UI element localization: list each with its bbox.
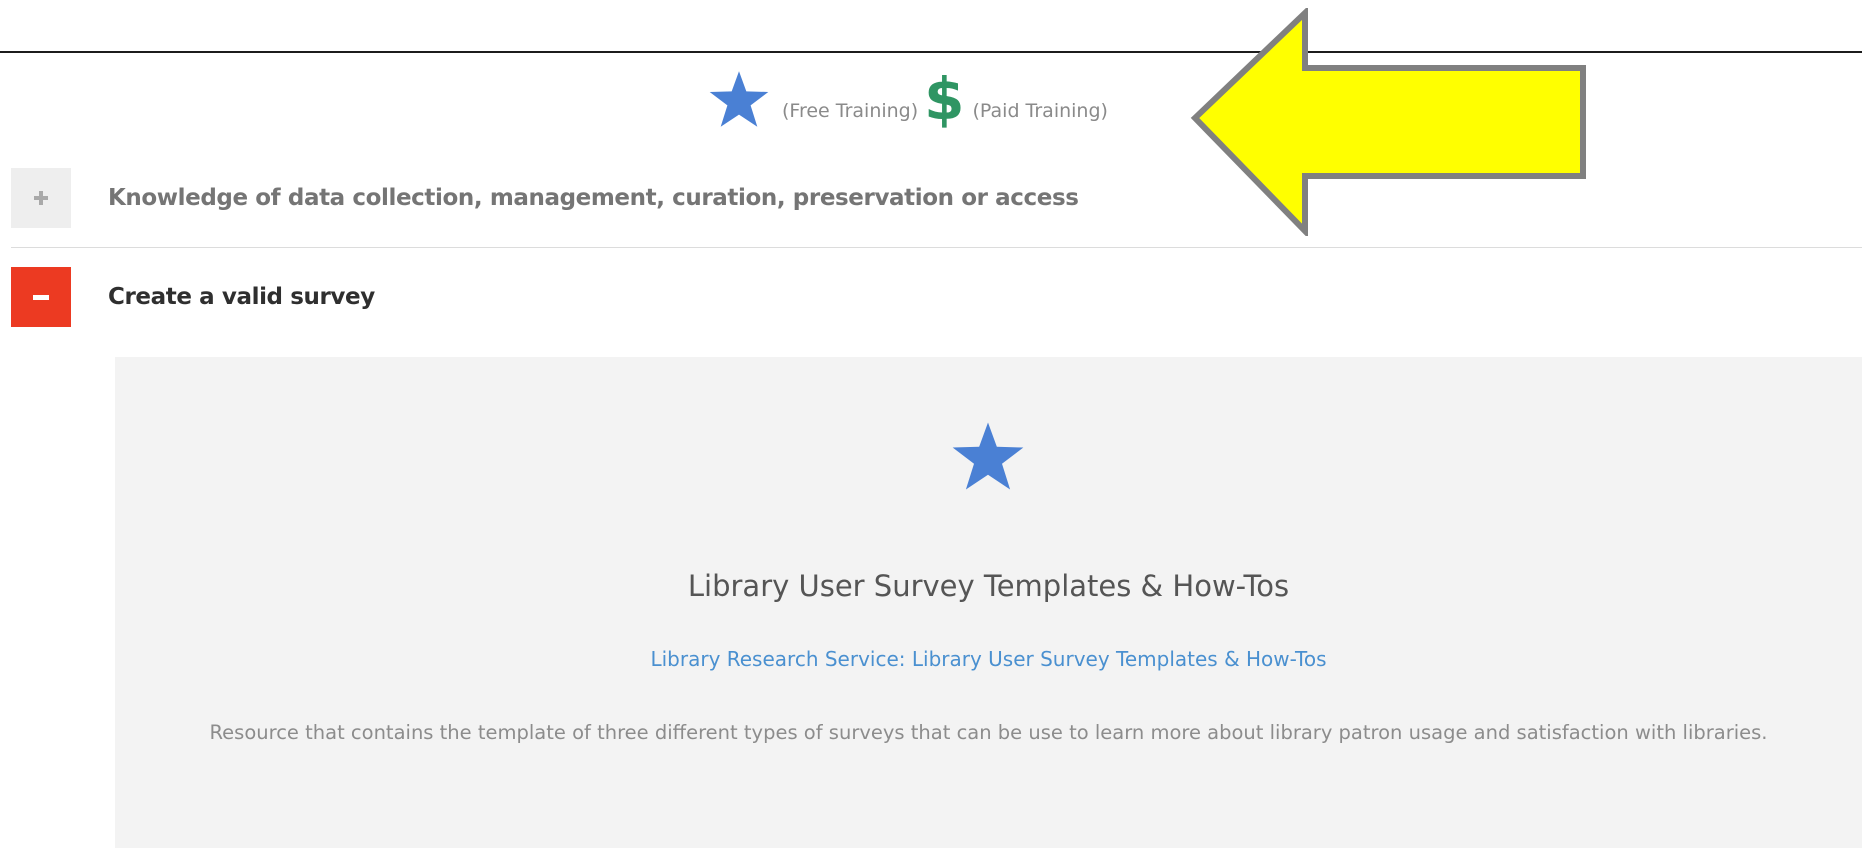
resource-link[interactable]: Library Research Service: Library User S… (115, 647, 1862, 671)
accordion-item-data-knowledge[interactable]: Knowledge of data collection, management… (11, 168, 1862, 228)
expand-button[interactable] (11, 168, 71, 228)
star-icon (709, 71, 769, 127)
resource-title: Library User Survey Templates & How-Tos (687, 569, 1290, 603)
collapse-button[interactable] (11, 267, 71, 327)
training-legend: (Free Training) $ (Paid Training) (708, 70, 1108, 128)
star-icon (952, 422, 1024, 490)
plus-icon (34, 191, 48, 205)
accordion-divider (11, 247, 1862, 248)
paid-training-label: (Paid Training) (972, 100, 1108, 122)
minus-icon (33, 294, 49, 300)
accordion-item-title[interactable]: Create a valid survey (108, 284, 375, 310)
resource-card: Library User Survey Templates & How-Tos … (115, 357, 1862, 848)
dollar-icon: $ (924, 65, 965, 133)
accordion-item-title[interactable]: Knowledge of data collection, management… (108, 185, 1079, 211)
resource-description: Resource that contains the template of t… (209, 721, 1768, 744)
page: (Free Training) $ (Paid Training) Knowle… (0, 0, 1862, 848)
free-training-label: (Free Training) (782, 100, 919, 122)
accordion-item-create-survey[interactable]: Create a valid survey (11, 267, 1862, 327)
